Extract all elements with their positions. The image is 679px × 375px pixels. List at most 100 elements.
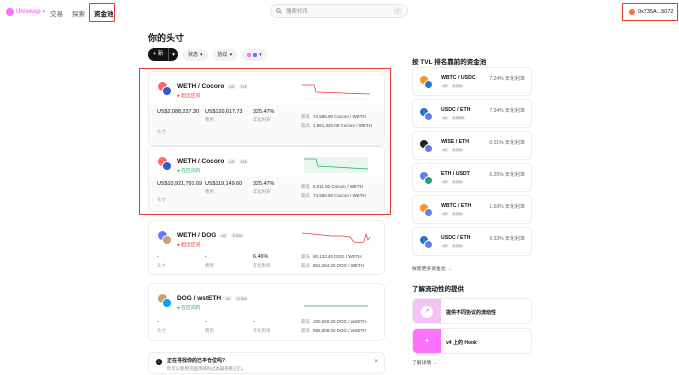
positions-highlight-box	[139, 68, 391, 215]
closed-positions-banner: i 正在寻找你的已平仓位吗? 你可以使用页面顶部的过滤器查看它们。 ×	[148, 352, 385, 374]
fee-badge: 0.3%	[451, 148, 464, 152]
unicorn-icon	[6, 8, 14, 16]
top-nav: Uniswap ▾ 交易 探索 资金池 搜索代币 / 0x735A...5072	[0, 0, 679, 26]
wallet-address: 0x735A...5072	[638, 9, 674, 15]
apr-label: 年化利率	[253, 263, 271, 268]
status-filter[interactable]: 状态 ▾	[183, 48, 208, 61]
fees-label: 费用	[205, 328, 214, 333]
token-pair-icon	[419, 203, 433, 217]
learn-label: 提供不同协议的流动性	[446, 310, 497, 316]
token-pair-icon	[419, 235, 433, 249]
nav-trade[interactable]: 交易	[50, 8, 63, 18]
max-price: 最高 995,809.00 DOG / wstETH	[301, 328, 367, 333]
pool-badges: v3 0.3%	[441, 180, 464, 184]
chevron-down-icon: ▾	[229, 51, 233, 58]
fees-value: -	[205, 319, 207, 325]
learn-more-link[interactable]: 了解详情 →	[412, 359, 437, 366]
version-badge: v2	[441, 148, 450, 152]
status-badge: ● 在区间内	[177, 306, 201, 311]
wallet-button[interactable]: 0x735A...5072	[622, 3, 678, 21]
max-price: 最高 862,264.00 DOG / WETH	[301, 263, 365, 268]
protocol-filter-label: 协议	[217, 52, 228, 58]
position-size: -	[157, 254, 159, 260]
logo-text: Uniswap	[16, 9, 41, 15]
pool-card[interactable]: WISE / ETH 0.01% 年化利率 v2 0.3%	[412, 131, 532, 160]
version-badge: v4	[441, 116, 450, 120]
network-filter[interactable]: ▾	[242, 48, 267, 61]
min-price: 最低 100,050.00 DOG / wstETH	[301, 319, 367, 324]
pool-apr: 6.25% 年化利率	[489, 172, 525, 178]
apr-value: 6.46%	[253, 254, 269, 260]
chevron-down-icon: ▾	[200, 51, 203, 58]
pool-apr: 9.33% 年化利率	[489, 236, 525, 242]
learn-card-hooks[interactable]: ✦ v4 上的 Hook	[412, 328, 532, 354]
pool-card[interactable]: USDC / ETH 9.33% 年化利率 v3 0.3%	[412, 227, 532, 256]
pool-pair: ETH / USDT	[441, 171, 470, 177]
version-badge: v3	[441, 212, 450, 216]
close-icon[interactable]: ×	[374, 359, 378, 365]
pool-card[interactable]: USDC / ETH 7.34% 年化利率 v4 0.05%	[412, 99, 532, 128]
token-pair-icon	[419, 139, 433, 153]
hook-icon: ✦	[421, 336, 433, 348]
pool-card[interactable]: WBTC / ETH 1.59% 年化利率 v3 0.3%	[412, 195, 532, 224]
position-card[interactable]: WETH / DOG v2 0.3% ● 超出区间 - 头寸 - 费用 6.46% …	[148, 220, 385, 275]
protocol-filter[interactable]: 协议 ▾	[212, 48, 238, 61]
fee-badge: 0.3%	[451, 84, 464, 88]
arrow-up-right-icon: ↗	[421, 306, 433, 318]
new-position-button[interactable]: + 新 ▾	[148, 48, 179, 61]
pool-pair: WBTC / USDC	[441, 75, 476, 81]
search-icon	[276, 8, 282, 14]
new-label: + 新	[148, 48, 170, 61]
size-label: 头寸	[157, 328, 166, 333]
info-icon: i	[156, 359, 162, 365]
search-placeholder: 搜索代币	[286, 9, 309, 15]
fee-badge: 0.3%	[451, 212, 464, 216]
search-bar[interactable]: 搜索代币 /	[270, 4, 408, 18]
network-icon	[247, 52, 252, 57]
top-pools-title: 按 TVL 排名靠前的资金池	[412, 59, 487, 66]
pool-apr: 0.01% 年化利率	[489, 140, 525, 146]
chevron-down-icon: ▾	[259, 51, 262, 58]
explore-more-link[interactable]: 探索更多资金池 →	[412, 265, 452, 272]
pool-badges: v2 0.3%	[441, 148, 464, 152]
fee-badge: 0.3%	[451, 244, 464, 248]
pool-apr: 1.59% 年化利率	[489, 204, 525, 210]
token-pair-icon	[419, 107, 433, 121]
learn-thumb: ✦	[413, 329, 441, 353]
status-filter-label: 状态	[188, 52, 199, 58]
pool-pair: WBTC / ETH	[441, 203, 472, 209]
pool-card[interactable]: ETH / USDT 6.25% 年化利率 v3 0.3%	[412, 163, 532, 192]
position-card[interactable]: DOG / wstETH v2 0.3% ● 在区间内 - 头寸 - 费用 - 年化…	[148, 283, 385, 341]
network-icon	[253, 52, 258, 57]
token-pair-icon	[157, 230, 172, 245]
wallet-avatar	[629, 9, 635, 15]
learn-thumb: ↗	[413, 299, 441, 323]
apr-value: -	[253, 319, 255, 325]
pools-highlight-box	[89, 3, 115, 22]
pool-badges: v3 0.3%	[441, 84, 464, 88]
token-pair-icon	[419, 75, 433, 89]
nav-explore[interactable]: 探索	[72, 8, 85, 18]
fee-badge: 0.05%	[451, 116, 466, 120]
pool-apr: 7.24% 年化利率	[489, 76, 525, 82]
chevron-down-icon[interactable]: ▾	[169, 52, 178, 58]
token-pair-icon	[157, 293, 172, 308]
pool-pair: WISE / ETH	[441, 139, 469, 145]
pool-apr: 7.34% 年化利率	[489, 108, 525, 114]
pool-badges: v4 0.05%	[441, 116, 466, 120]
pair-name: WETH / DOG v2 0.3%	[177, 232, 244, 239]
range-sparkline	[304, 305, 368, 307]
pool-pair: USDC / ETH	[441, 235, 471, 241]
pair-name: DOG / wstETH v2 0.3%	[177, 295, 249, 302]
learn-card-protocols[interactable]: ↗ 提供不同协议的流动性	[412, 298, 532, 324]
pool-card[interactable]: WBTC / USDC 7.24% 年化利率 v3 0.3%	[412, 67, 532, 96]
fees-value: -	[205, 254, 207, 260]
version-badge: v3	[441, 180, 450, 184]
search-shortcut: /	[394, 7, 402, 15]
uniswap-logo[interactable]: Uniswap ▾	[6, 8, 45, 16]
token-pair-icon	[419, 171, 433, 185]
page-title: 你的头寸	[148, 33, 185, 43]
learn-label: v4 上的 Hook	[446, 340, 477, 346]
position-size: -	[157, 319, 159, 325]
pool-badges: v3 0.3%	[441, 212, 464, 216]
